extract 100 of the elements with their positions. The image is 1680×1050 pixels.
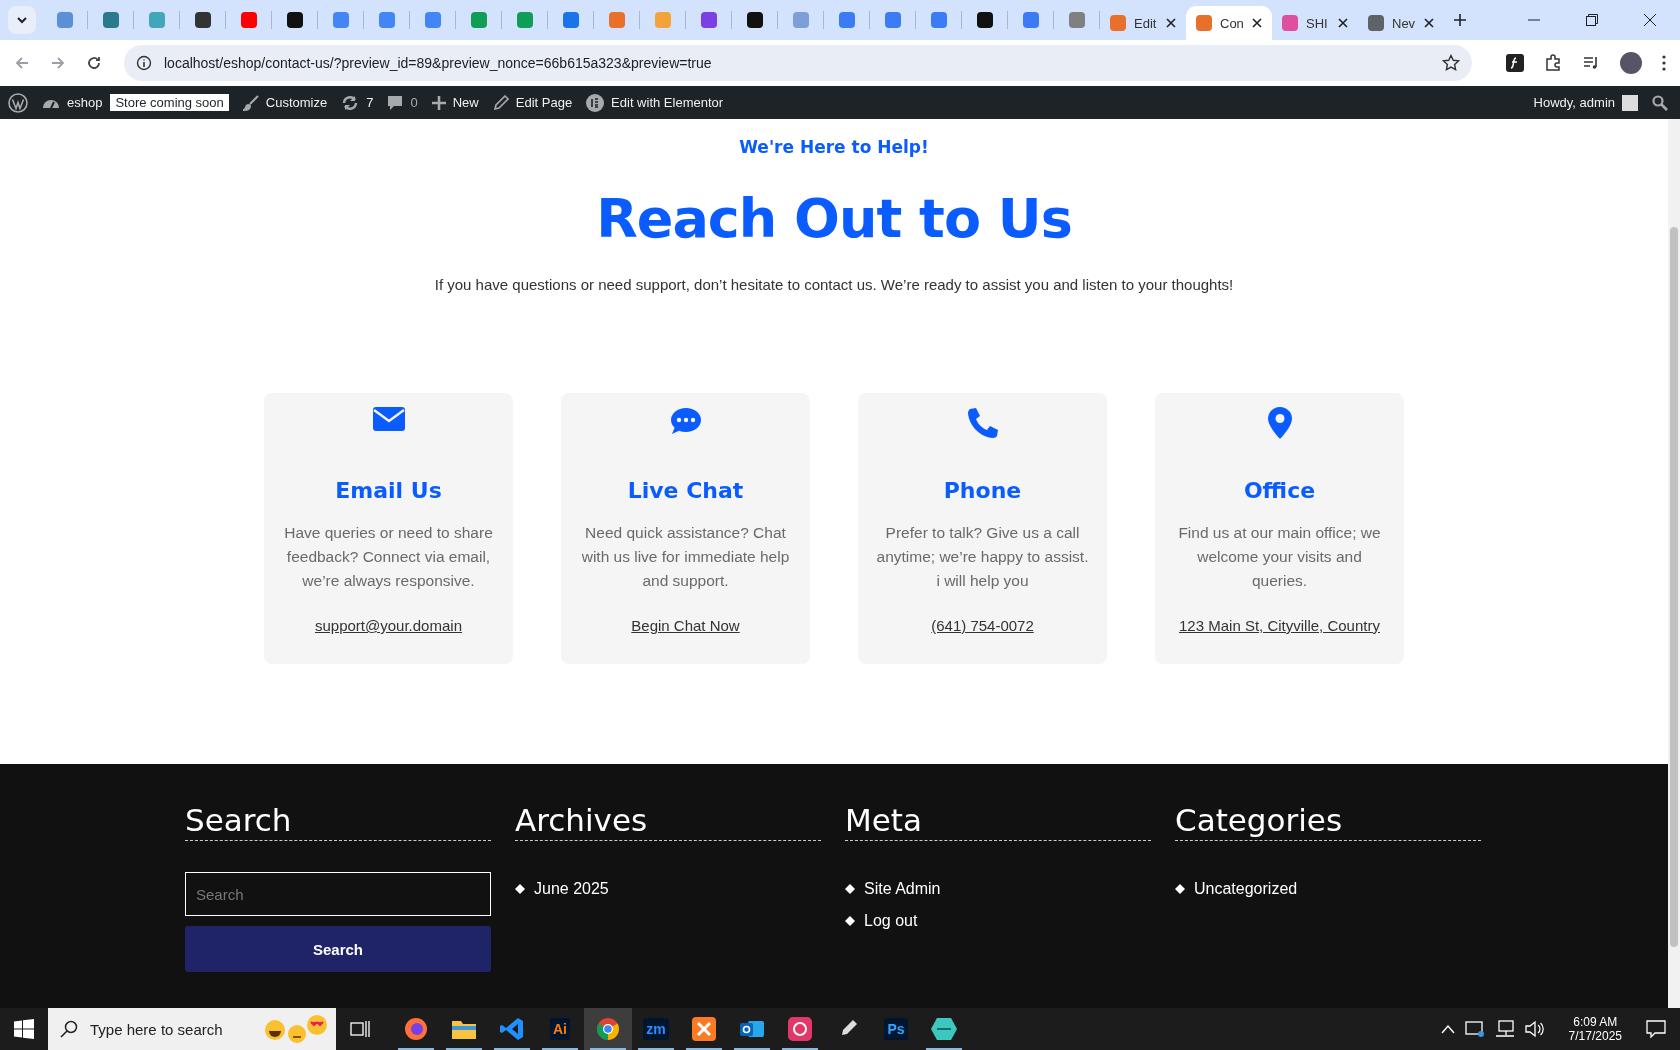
account-menu[interactable]: Howdy, admin: [1533, 94, 1638, 111]
browser-icon: [596, 1017, 620, 1041]
code-editor-icon: [500, 1017, 524, 1041]
new-content-link[interactable]: New: [431, 95, 479, 110]
tab-title: Con: [1220, 15, 1244, 31]
info-icon[interactable]: [136, 55, 152, 71]
app-logo-icon: Ai: [550, 1018, 570, 1040]
emoji-drawing: [264, 1014, 328, 1044]
intro-text: If you have questions or need support, don’t hesitate to contact us. We’re ready to assist you and listen to your thoughts!: [434, 276, 1234, 293]
tab-search-button[interactable]: [8, 6, 36, 34]
diamond-bullet-icon: [1175, 884, 1185, 894]
card-title: Live Chat: [627, 478, 744, 503]
envelope-icon: [372, 407, 405, 431]
diamond-bullet-icon: [845, 884, 855, 894]
taskbar-app[interactable]: zm: [632, 1008, 680, 1050]
page-heading: Reach Out to Us: [596, 187, 1072, 250]
elementor-link[interactable]: Edit with Elementor: [586, 93, 724, 112]
search-field[interactable]: Search: [185, 872, 491, 916]
comment-icon: [387, 94, 404, 111]
taskbar-app[interactable]: Ai: [536, 1008, 584, 1050]
comments-link[interactable]: 0: [387, 94, 418, 111]
extension-icon[interactable]: [1506, 54, 1524, 72]
map-pin-icon: [1267, 407, 1292, 439]
widget-link[interactable]: Site Admin: [864, 880, 941, 898]
card-title: Phone: [943, 478, 1022, 503]
device-icon[interactable]: [1464, 1020, 1485, 1038]
close-icon[interactable]: [1338, 18, 1348, 28]
close-icon[interactable]: [1252, 18, 1262, 28]
contact-link[interactable]: Begin Chat Now: [631, 617, 740, 634]
taskbar-app[interactable]: Ps: [872, 1008, 920, 1050]
widget-title: Search: [185, 802, 491, 841]
gem-icon: [931, 1017, 957, 1041]
restore-icon[interactable]: [1586, 14, 1598, 26]
contact-link[interactable]: 123 Main St, Cityville, Country: [1179, 617, 1380, 634]
windows-start-icon[interactable]: [14, 1019, 34, 1039]
card-text: Have queries or need to share feedback? Connect via email, we’re always responsive.: [283, 523, 494, 591]
media-queue-icon[interactable]: [1582, 54, 1600, 72]
browser-tab[interactable]: Con: [1186, 6, 1272, 40]
chevron-up-icon[interactable]: [1440, 1024, 1455, 1034]
card-text: Prefer to talk? Give us a call anytime; we’re happy to assist. i will help you: [875, 523, 1090, 591]
search-button[interactable]: Search: [185, 926, 491, 972]
speaker-icon[interactable]: [1524, 1020, 1545, 1038]
notification-icon[interactable]: [1646, 1019, 1666, 1039]
browser-tab[interactable]: SHI: [1272, 6, 1358, 40]
puzzle-icon[interactable]: [1544, 54, 1562, 72]
close-icon[interactable]: [1424, 18, 1434, 28]
back-icon[interactable]: [14, 55, 30, 71]
diamond-bullet-icon: [515, 884, 525, 894]
forward-icon[interactable]: [50, 55, 66, 71]
widget-link[interactable]: Uncategorized: [1194, 880, 1298, 898]
site-menu[interactable]: eshop: [42, 94, 103, 111]
app-logo-icon: Ps: [884, 1018, 908, 1040]
network-icon[interactable]: [1494, 1020, 1515, 1038]
caret-icon: [16, 14, 28, 26]
taskbar-search-field[interactable]: Type here to search: [48, 1008, 336, 1050]
pencil-icon: [492, 94, 509, 111]
search-icon[interactable]: [1652, 94, 1668, 111]
clock[interactable]: 6:09 AM 7/17/2025: [1568, 1015, 1622, 1043]
widget-link[interactable]: June 2025: [534, 880, 609, 898]
menu-icon[interactable]: [1662, 55, 1666, 71]
wordpress-logo-icon[interactable]: [8, 92, 28, 113]
store-status-badge: Store coming soon: [110, 94, 229, 111]
tab-title: Edit: [1134, 15, 1158, 31]
eyebrow-heading: We're Here to Help!: [739, 137, 929, 157]
card-text: Need quick assistance? Chat with us live for immediate help and support.: [580, 523, 791, 591]
contact-link[interactable]: support@your.domain: [315, 617, 462, 634]
search-icon: [60, 1020, 78, 1038]
app-logo-icon: zm: [643, 1018, 669, 1040]
customize-link[interactable]: Customize: [242, 94, 328, 111]
widget-title: Categories: [1175, 802, 1481, 841]
updates-link[interactable]: 7: [341, 94, 374, 111]
task-view-icon[interactable]: [350, 1020, 370, 1038]
browser-tab[interactable]: Edit: [1100, 6, 1186, 40]
new-tab-icon[interactable]: [1454, 14, 1466, 26]
card-title: Office: [1243, 478, 1316, 503]
browser-tab[interactable]: Nev: [1358, 6, 1444, 40]
contact-link[interactable]: (641) 754-0072: [931, 617, 1034, 634]
edit-page-link[interactable]: Edit Page: [492, 94, 573, 111]
close-icon[interactable]: [1644, 14, 1656, 26]
phone-icon: [966, 407, 999, 439]
widget-title: Meta: [845, 802, 1151, 841]
close-icon[interactable]: [1166, 18, 1176, 28]
reload-icon[interactable]: [86, 55, 102, 71]
tab-title: SHI: [1306, 15, 1329, 31]
fox-globe-icon: [404, 1017, 428, 1041]
card-text: Find us at our main office; we welcome your visits and queries.: [1177, 523, 1382, 591]
taskbar-app[interactable]: [584, 1008, 632, 1050]
app-logo-icon: [692, 1017, 716, 1041]
profile-avatar[interactable]: [1620, 52, 1642, 74]
address-field[interactable]: localhost/eshop/contact-us/?preview_id=89&preview_nonce=66b615a323&preview=true: [124, 45, 1472, 81]
bookmark-star-icon[interactable]: [1442, 54, 1460, 72]
tab-title: Nev: [1392, 15, 1416, 31]
scrollbar[interactable]: [1668, 119, 1680, 1008]
diamond-bullet-icon: [845, 916, 855, 926]
plus-icon: [431, 95, 446, 110]
cloud-app-icon: [788, 1017, 812, 1041]
widget-title: Archives: [515, 802, 821, 841]
elementor-logo-icon: [586, 93, 605, 112]
user-avatar: [1622, 94, 1638, 111]
widget-link[interactable]: Log out: [864, 912, 918, 930]
